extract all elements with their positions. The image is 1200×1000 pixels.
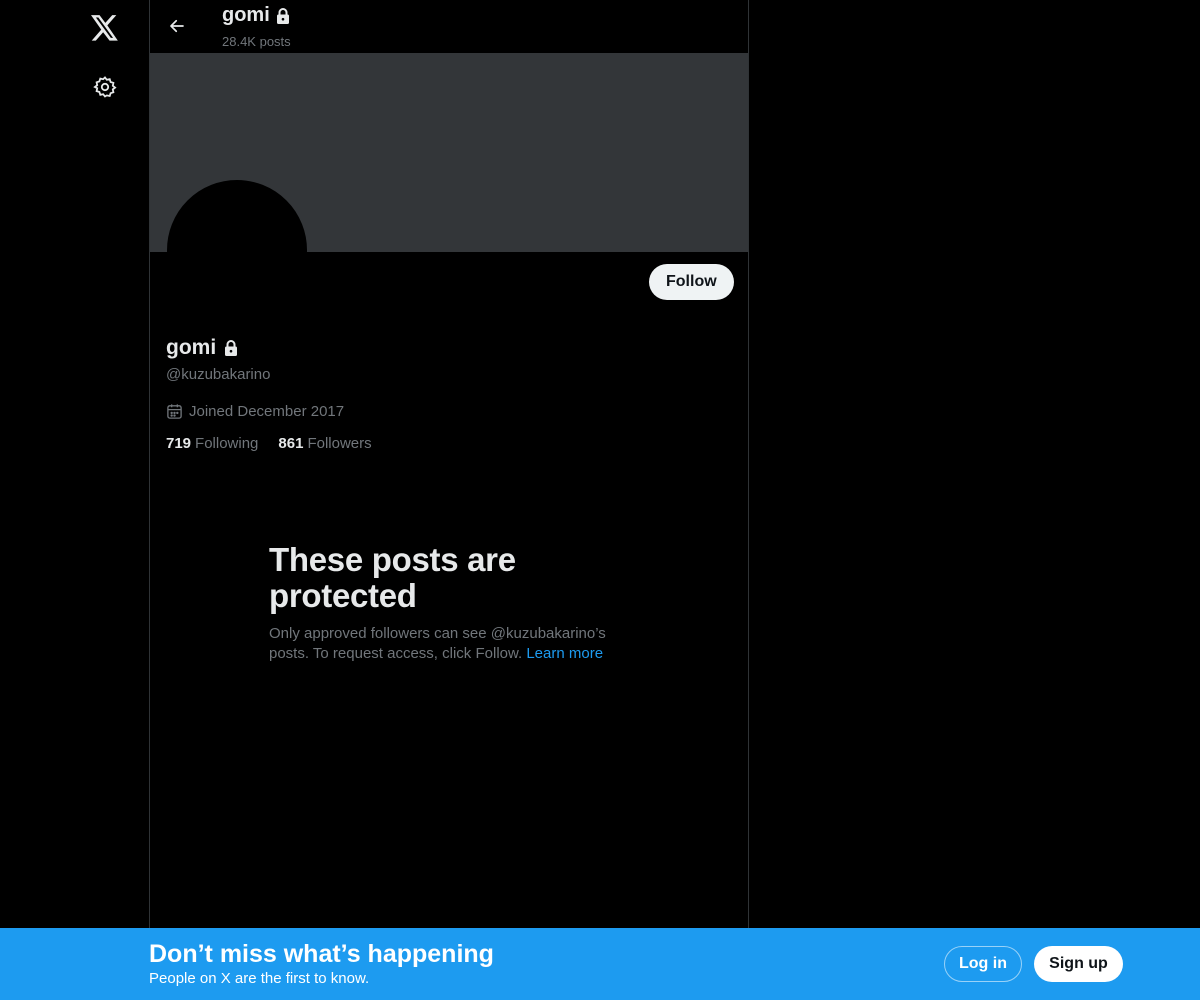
- back-button[interactable]: [160, 9, 194, 43]
- signup-prompt-subtitle: People on X are the first to know.: [149, 970, 370, 987]
- following-count: 719: [166, 435, 192, 452]
- login-button[interactable]: Log in: [944, 946, 1022, 982]
- joined-text: Joined December 2017: [189, 403, 345, 420]
- lock-icon: [276, 7, 289, 24]
- protected-title: These posts are protected: [269, 541, 516, 614]
- following-label: Following: [195, 435, 259, 452]
- display-name-text: gomi: [166, 336, 217, 359]
- protected-notice: These posts are protected Only approved …: [269, 542, 639, 664]
- follow-button[interactable]: Follow: [649, 264, 734, 300]
- profile-header-bar: gomi 28.4K posts: [150, 0, 748, 53]
- user-handle: @kuzubakarino: [166, 366, 271, 383]
- arrow-left-icon: [170, 19, 184, 33]
- x-logo-icon[interactable]: [82, 5, 128, 51]
- display-name: gomi: [166, 336, 239, 360]
- joined-date: Joined December 2017: [166, 403, 344, 420]
- lock-icon: [225, 340, 238, 356]
- header-title-text: gomi: [222, 4, 270, 26]
- avatar[interactable]: [167, 180, 307, 320]
- followers-label: Followers: [307, 435, 372, 452]
- learn-more-link[interactable]: Learn more: [526, 645, 603, 662]
- app: gomi 28.4K posts Follow gomi @kuzubakari…: [0, 0, 1200, 1000]
- signup-prompt-title: Don’t miss what’s happening: [149, 940, 494, 968]
- follow-stats: 719 Following 861 Followers: [166, 435, 372, 452]
- following-link[interactable]: 719 Following: [166, 435, 258, 452]
- calendar-icon: [167, 404, 182, 419]
- left-rail: [0, 0, 150, 1000]
- followers-count: 861: [278, 435, 304, 452]
- followers-link[interactable]: 861 Followers: [278, 435, 371, 452]
- gear-icon[interactable]: [82, 64, 128, 110]
- header-title: gomi: [222, 4, 291, 27]
- post-count: 28.4K posts: [222, 34, 291, 49]
- profile-column: gomi 28.4K posts Follow gomi @kuzubakari…: [149, 0, 749, 1000]
- protected-body: Only approved followers can see @kuzubak…: [269, 624, 639, 664]
- signup-prompt-bar: Don’t miss what’s happening People on X …: [0, 928, 1200, 1000]
- signup-button[interactable]: Sign up: [1034, 946, 1123, 982]
